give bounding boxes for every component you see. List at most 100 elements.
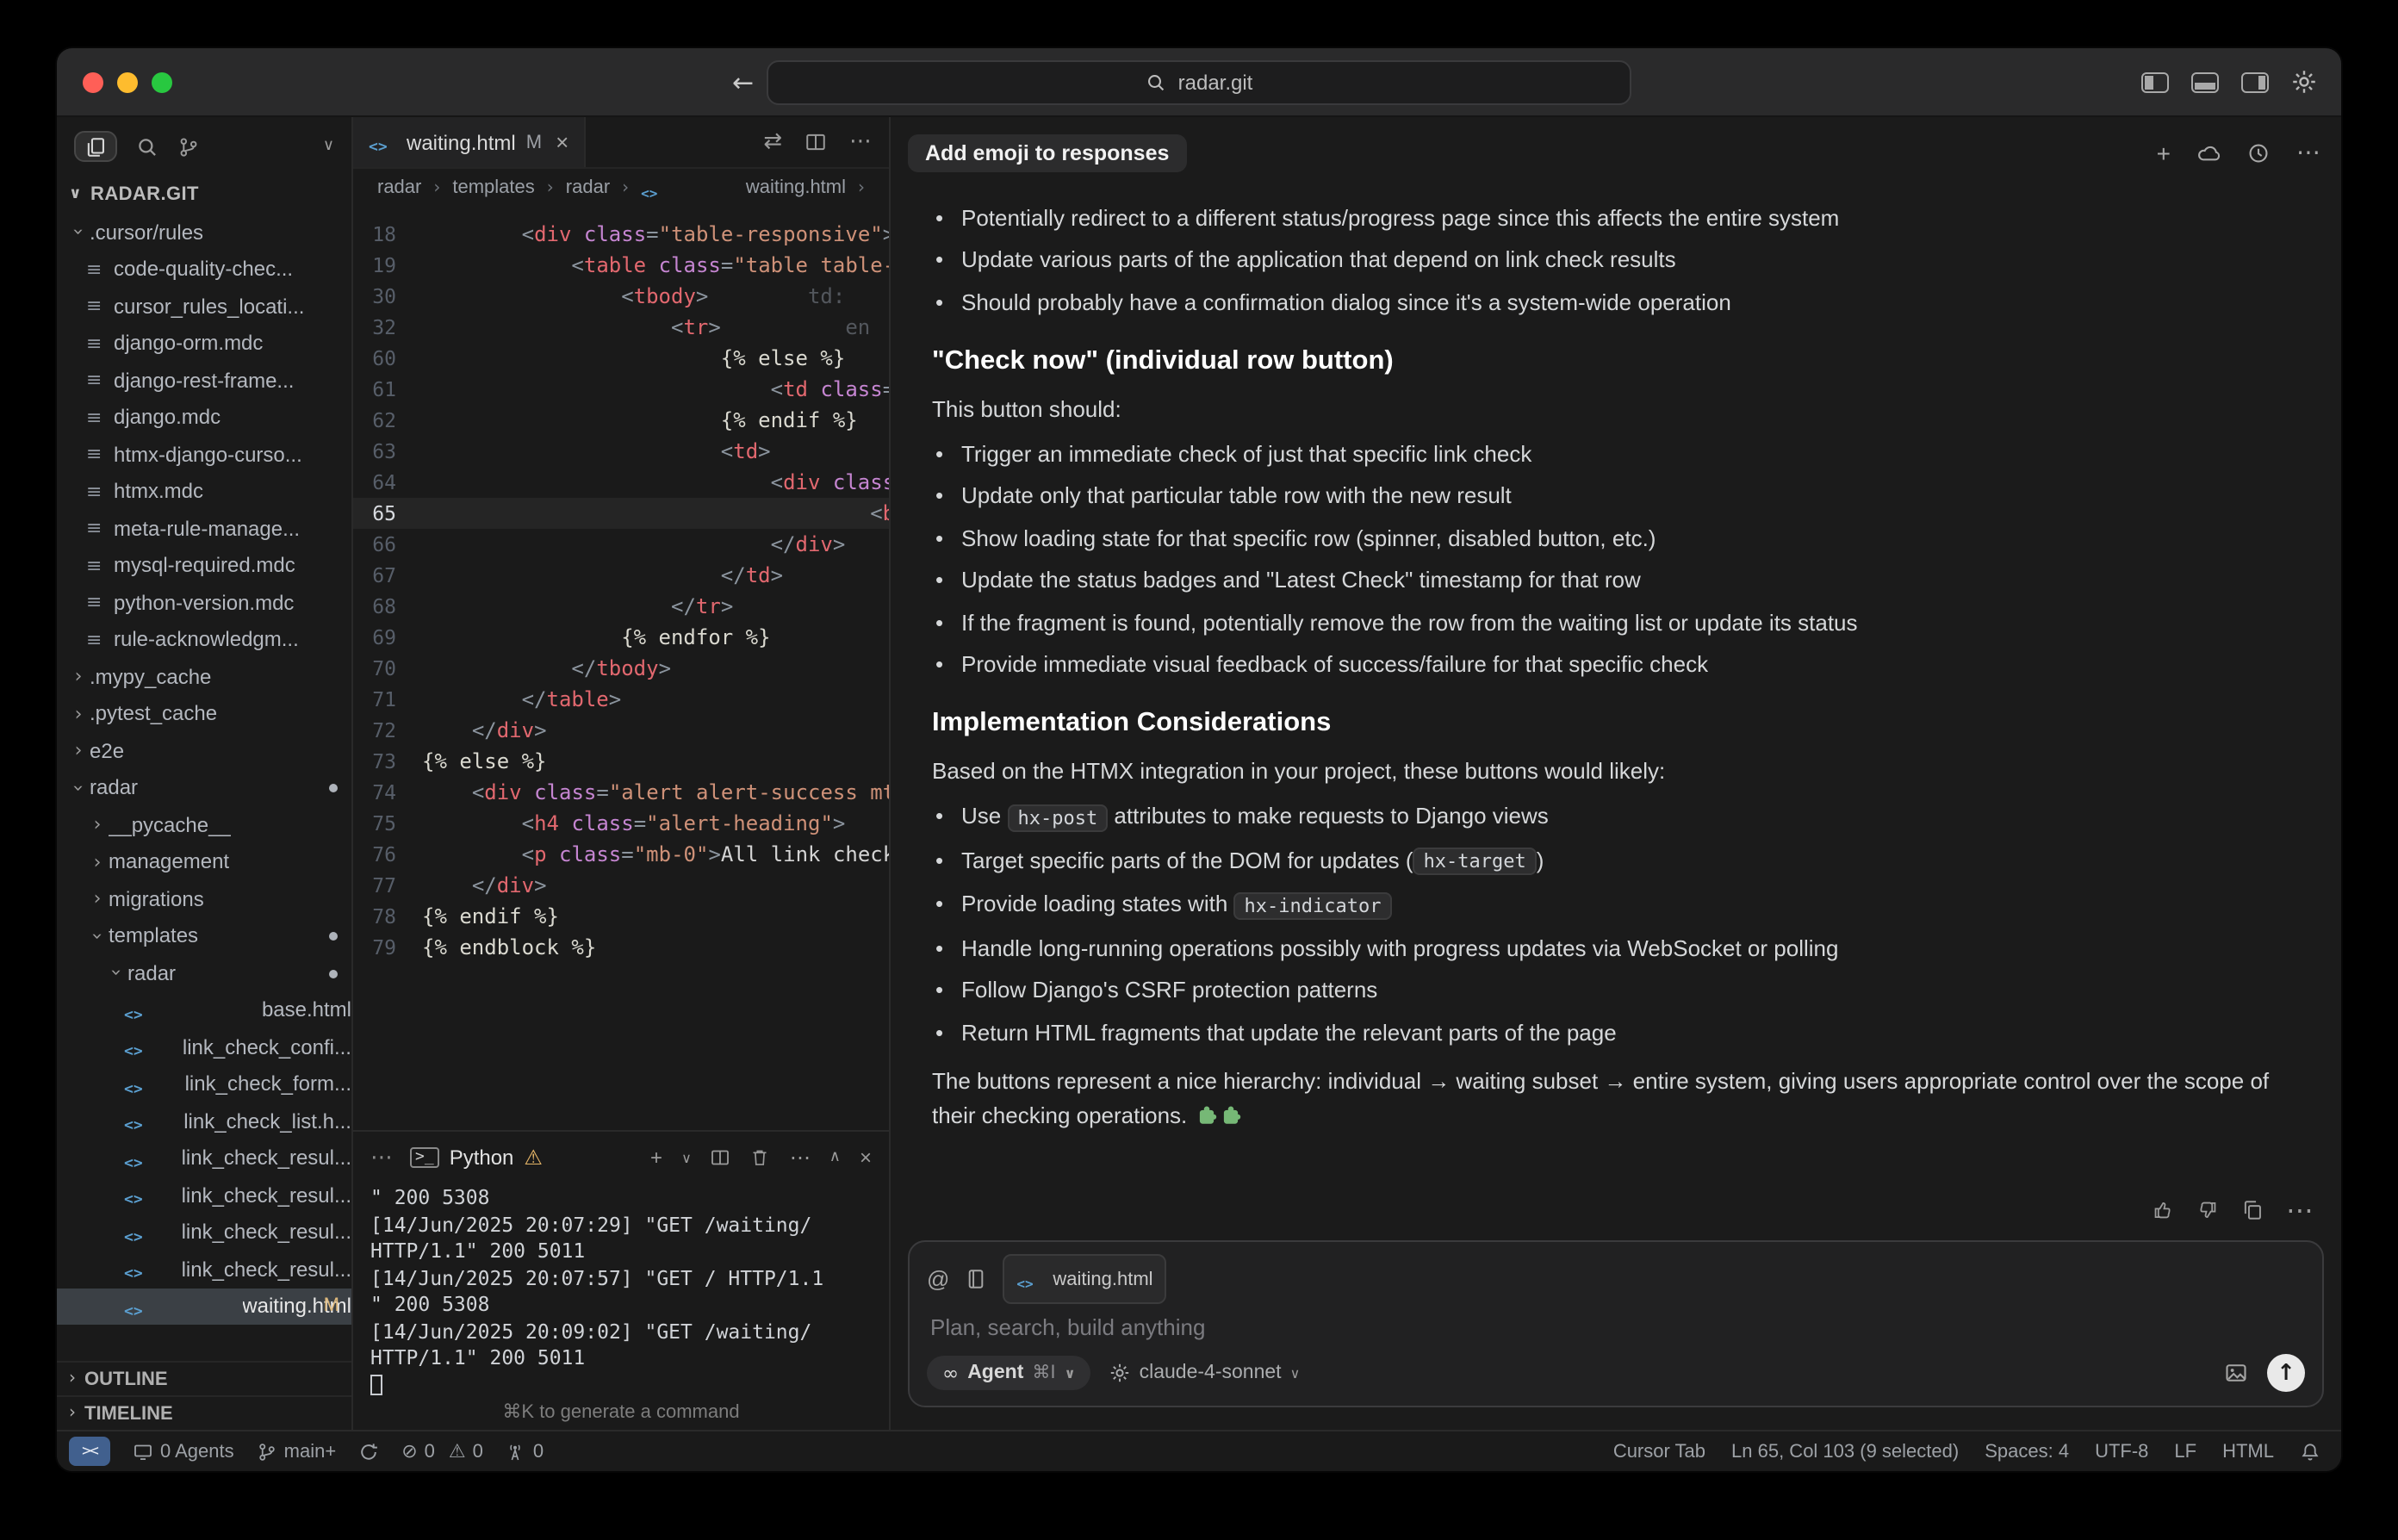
tree-item[interactable]: ≡python-version.mdc [57, 584, 351, 621]
tree-item[interactable]: ≡mysql-required.mdc [57, 547, 351, 584]
tree-item[interactable]: ›__pycache__ [57, 806, 351, 843]
code-line[interactable]: 60 {% else %} [353, 343, 889, 374]
chevron-down-icon[interactable]: ∨ [323, 138, 334, 155]
source-control-view-icon[interactable] [177, 135, 200, 158]
more-actions-icon[interactable]: ⋯ [849, 129, 872, 155]
code-line[interactable]: 32 <tr> en [353, 312, 889, 343]
code-line[interactable]: 70 </tbody> [353, 653, 889, 684]
code-line[interactable]: 66 </div> [353, 529, 889, 560]
terminal-overflow-icon[interactable]: ⋯ [370, 1145, 393, 1171]
message-more-icon[interactable]: ⋯ [2286, 1193, 2314, 1226]
search-view-icon[interactable] [136, 135, 158, 158]
code-line[interactable]: 64 <div class="btn-group" [353, 467, 889, 498]
breadcrumb-item[interactable]: templates [452, 177, 534, 198]
tree-item[interactable]: <>link_check_list.h... [57, 1102, 351, 1139]
terminal-tab-python[interactable]: >_ Python ⚠ [410, 1146, 543, 1170]
mention-icon[interactable]: @ [927, 1266, 949, 1292]
tree-item[interactable]: ›radar [57, 954, 351, 991]
kill-terminal-icon[interactable] [750, 1147, 771, 1168]
code-line[interactable]: 78{% endif %} [353, 901, 889, 932]
tree-item[interactable]: ›.mypy_cache [57, 658, 351, 695]
code-line[interactable]: 79{% endblock %} [353, 932, 889, 963]
tree-item[interactable]: <>link_check_resul... [57, 1251, 351, 1288]
split-editor-icon[interactable] [805, 131, 827, 153]
close-button[interactable] [83, 71, 103, 92]
explorer-view-icon[interactable] [74, 131, 117, 162]
tree-item[interactable]: ›.cursor/rules [57, 214, 351, 251]
tree-item[interactable]: ›radar [57, 769, 351, 806]
tree-item[interactable]: ≡meta-rule-manage... [57, 510, 351, 547]
chat-input-placeholder[interactable]: Plan, search, build anything [927, 1313, 2305, 1345]
tree-item[interactable]: <>link_check_resul... [57, 1214, 351, 1251]
terminal-more-icon[interactable]: ⋯ [790, 1146, 811, 1170]
tree-item[interactable]: ›migrations [57, 880, 351, 917]
code-line[interactable]: 74 <div class="alert alert-success mt-4"… [353, 777, 889, 808]
cursor-tab-status[interactable]: Cursor Tab [1613, 1441, 1705, 1462]
tree-item[interactable]: ≡rule-acknowledgm... [57, 621, 351, 658]
tree-item[interactable]: ≡code-quality-chec... [57, 251, 351, 288]
copy-icon[interactable] [2241, 1198, 2264, 1220]
thumbs-down-icon[interactable] [2196, 1198, 2219, 1220]
timeline-section-header[interactable]: › TIMELINE [57, 1395, 351, 1430]
tree-item[interactable]: ≡cursor_rules_locati... [57, 288, 351, 325]
breadcrumb-item[interactable]: radar [566, 177, 610, 198]
cloud-icon[interactable] [2196, 141, 2221, 165]
code-line[interactable]: 18 <div class="table-responsive"> [353, 219, 889, 250]
code-line[interactable]: 19 <table class="table table-striped tab… [353, 250, 889, 281]
ports-status[interactable]: 0 [506, 1441, 544, 1462]
breadcrumb-item[interactable]: waiting.html [746, 177, 846, 198]
agent-mode-selector[interactable]: ∞ Agent ⌘I ∨ [927, 1356, 1091, 1390]
tree-item[interactable]: ≡django-rest-frame... [57, 362, 351, 399]
tree-item[interactable]: <>base.html [57, 991, 351, 1028]
tree-item[interactable]: ≡django-orm.mdc [57, 325, 351, 362]
tree-item[interactable]: ≡htmx.mdc [57, 473, 351, 510]
code-line[interactable]: 67 </td> [353, 560, 889, 591]
chat-title[interactable]: Add emoji to responses [908, 134, 1186, 172]
minimize-button[interactable] [117, 71, 138, 92]
back-icon[interactable]: ← [732, 66, 754, 97]
code-line[interactable]: 30 <tbody> td: [353, 281, 889, 312]
gear-icon[interactable] [2291, 69, 2317, 95]
tab-waiting-html[interactable]: <> waiting.html M × [353, 117, 586, 167]
attach-doc-icon[interactable] [965, 1268, 987, 1290]
outline-section-header[interactable]: › OUTLINE [57, 1361, 351, 1395]
close-panel-icon[interactable]: × [860, 1146, 872, 1170]
close-tab-icon[interactable]: × [556, 129, 568, 155]
cursor-position-status[interactable]: Ln 65, Col 103 (9 selected) [1731, 1441, 1959, 1462]
tree-item[interactable]: ›templates [57, 917, 351, 954]
notifications-bell-icon[interactable] [2300, 1441, 2320, 1462]
tree-item[interactable]: <>link_check_resul... [57, 1139, 351, 1177]
context-chip-waiting-html[interactable]: <> waiting.html [1003, 1254, 1166, 1304]
code-line[interactable]: 76 <p class="mb-0">All link checks are p… [353, 839, 889, 870]
git-branch-status[interactable]: main+ [257, 1441, 337, 1462]
problems-status[interactable]: ⊘ 0 ⚠ 0 [401, 1440, 483, 1462]
breadcrumb-item[interactable]: radar [377, 177, 421, 198]
code-line[interactable]: 72 </div> [353, 715, 889, 746]
code-line[interactable]: 75 <h4 class="alert-heading"> [353, 808, 889, 839]
tree-item[interactable]: ›management [57, 843, 351, 880]
command-center[interactable]: radar.git [767, 59, 1631, 104]
maximize-panel-icon[interactable]: ∧ [829, 1149, 841, 1166]
history-icon[interactable] [2246, 141, 2271, 165]
image-attach-icon[interactable] [2224, 1361, 2248, 1385]
sync-status[interactable] [358, 1441, 379, 1462]
chat-more-icon[interactable]: ⋯ [2296, 140, 2320, 167]
tree-item[interactable]: ≡django.mdc [57, 399, 351, 436]
encoding-status[interactable]: UTF-8 [2095, 1441, 2148, 1462]
eol-status[interactable]: LF [2174, 1441, 2196, 1462]
code-line[interactable]: 65 <button class="btn btn-sm" [353, 498, 889, 529]
code-line[interactable]: 62 {% endif %} [353, 405, 889, 436]
code-line[interactable]: 68 </tr> [353, 591, 889, 622]
toggle-secondary-sidebar-icon[interactable] [2241, 71, 2269, 92]
toggle-panel-icon[interactable] [2191, 71, 2219, 92]
maximize-button[interactable] [152, 71, 172, 92]
terminal-dropdown-icon[interactable]: ∨ [681, 1150, 692, 1165]
indentation-status[interactable]: Spaces: 4 [1985, 1441, 2069, 1462]
tree-item[interactable]: ≡htmx-django-curso... [57, 436, 351, 473]
code-line[interactable]: 69 {% endfor %} [353, 622, 889, 653]
code-line[interactable]: 63 <td> [353, 436, 889, 467]
send-button[interactable]: ↑ [2267, 1354, 2305, 1392]
code-editor[interactable]: 18 <div class="table-responsive">19 <tab… [353, 207, 889, 1130]
toggle-primary-sidebar-icon[interactable] [2141, 71, 2169, 92]
tree-item[interactable]: ›.pytest_cache [57, 695, 351, 732]
